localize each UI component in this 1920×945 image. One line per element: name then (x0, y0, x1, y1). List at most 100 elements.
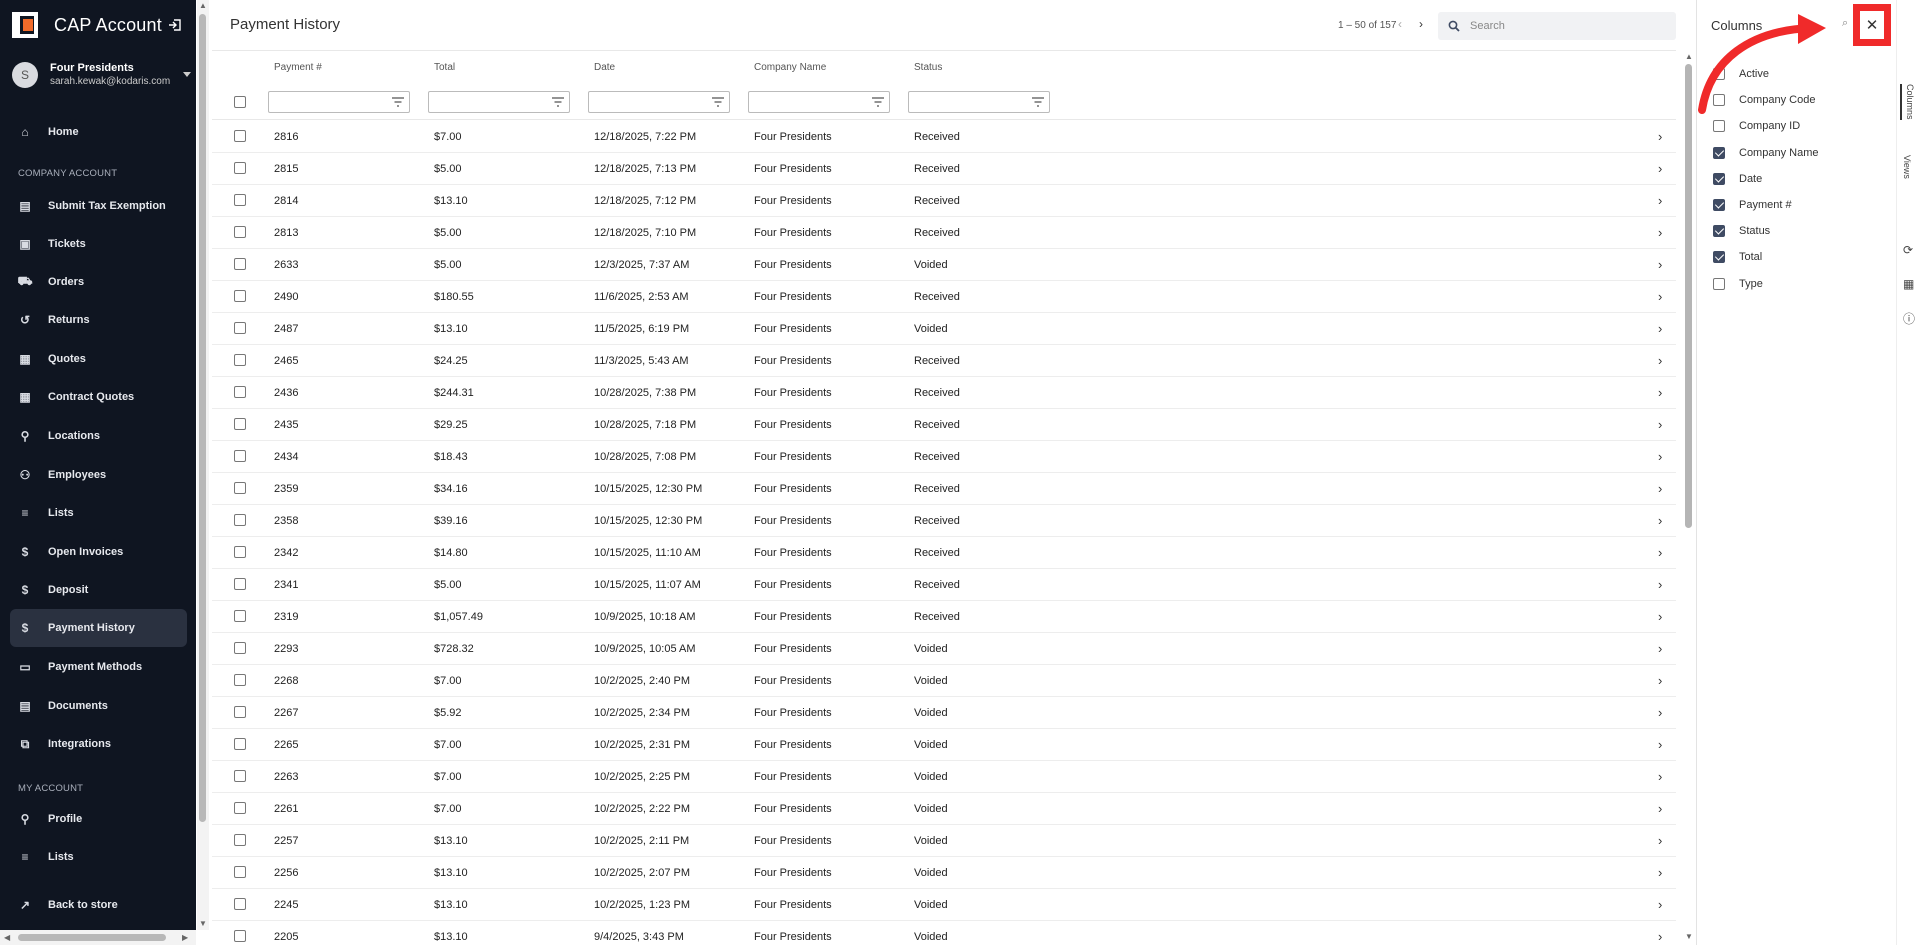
table-row[interactable]: 2813 $5.00 12/18/2025, 7:10 PM Four Preside… (212, 217, 1676, 249)
search-input[interactable] (1470, 20, 1660, 32)
refresh-icon[interactable]: ⟳ (1903, 243, 1913, 257)
sidebar-item-open-invoices[interactable]: $ Open Invoices (10, 533, 187, 571)
row-checkbox[interactable] (234, 482, 246, 494)
chevron-right-icon[interactable]: › (1658, 545, 1662, 560)
table-row[interactable]: 2436 $244.31 10/28/2025, 7:38 PM Four Presi… (212, 377, 1676, 409)
table-row[interactable]: 2265 $7.00 10/2/2025, 2:31 PM Four Presiden… (212, 729, 1676, 761)
column-checkbox[interactable] (1713, 277, 1725, 290)
table-row[interactable]: 2434 $18.43 10/28/2025, 7:08 PM Four Presid… (212, 441, 1676, 473)
chevron-right-icon[interactable]: › (1658, 929, 1662, 944)
chevron-right-icon[interactable]: › (1658, 481, 1662, 496)
filter-icon[interactable] (1032, 97, 1044, 107)
tab-views[interactable]: Views (1902, 155, 1912, 179)
row-checkbox[interactable] (234, 898, 246, 910)
sidebar-item-lists[interactable]: ≡ Lists (10, 838, 187, 876)
table-row[interactable]: 2263 $7.00 10/2/2025, 2:25 PM Four Presiden… (212, 761, 1676, 793)
chevron-right-icon[interactable]: › (1658, 257, 1662, 272)
sidebar-item-locations[interactable]: ⚲ Locations (10, 417, 187, 455)
row-checkbox[interactable] (234, 642, 246, 654)
filter-icon[interactable] (552, 97, 564, 107)
row-checkbox[interactable] (234, 706, 246, 718)
row-checkbox[interactable] (234, 386, 246, 398)
chevron-right-icon[interactable]: › (1658, 897, 1662, 912)
sidebar-item-deposit[interactable]: $ Deposit (10, 571, 187, 609)
scroll-right-icon[interactable]: ▶ (182, 933, 188, 942)
table-scrollbar[interactable]: ▲ ▼ (1682, 50, 1696, 945)
row-checkbox[interactable] (234, 930, 246, 942)
scroll-thumb[interactable] (199, 14, 206, 822)
sidebar-item-employees[interactable]: ⚇ Employees (10, 456, 187, 494)
table-row[interactable]: 2267 $5.92 10/2/2025, 2:34 PM Four Presiden… (212, 697, 1676, 729)
column-option-payment-[interactable]: Payment # (1713, 197, 1792, 213)
sidebar-item-quotes[interactable]: ▦ Quotes (10, 340, 187, 378)
chevron-right-icon[interactable]: › (1658, 801, 1662, 816)
column-header[interactable]: Status (914, 62, 942, 73)
row-checkbox[interactable] (234, 546, 246, 558)
chevron-right-icon[interactable]: › (1658, 417, 1662, 432)
chevron-right-icon[interactable]: › (1658, 865, 1662, 880)
table-icon[interactable]: ▦ (1903, 277, 1914, 291)
column-checkbox[interactable] (1713, 68, 1725, 80)
column-header[interactable]: Payment # (274, 62, 322, 73)
row-checkbox[interactable] (234, 514, 246, 526)
table-row[interactable]: 2256 $13.10 10/2/2025, 2:07 PM Four Preside… (212, 857, 1676, 889)
select-all-checkbox[interactable] (234, 96, 246, 108)
chevron-right-icon[interactable]: › (1658, 577, 1662, 592)
column-checkbox[interactable] (1713, 199, 1725, 211)
scroll-left-icon[interactable]: ◀ (4, 933, 10, 942)
tab-columns[interactable]: Columns (1900, 84, 1915, 120)
column-filter-input[interactable] (588, 91, 730, 113)
row-checkbox[interactable] (234, 866, 246, 878)
table-row[interactable]: 2435 $29.25 10/28/2025, 7:18 PM Four Presid… (212, 409, 1676, 441)
scroll-thumb[interactable] (18, 934, 166, 941)
table-row[interactable]: 2465 $24.25 11/3/2025, 5:43 AM Four Preside… (212, 345, 1676, 377)
column-filter-input[interactable] (908, 91, 1050, 113)
column-checkbox[interactable] (1713, 225, 1725, 238)
column-checkbox[interactable] (1713, 120, 1725, 133)
column-checkbox[interactable] (1713, 251, 1725, 264)
row-checkbox[interactable] (234, 578, 246, 590)
chevron-right-icon[interactable]: › (1419, 17, 1423, 31)
column-filter-input[interactable] (748, 91, 890, 113)
sidebar-item-contract-quotes[interactable]: ▦ Contract Quotes (10, 378, 187, 416)
table-row[interactable]: 2342 $14.80 10/15/2025, 11:10 AM Four Presi… (212, 537, 1676, 569)
table-row[interactable]: 2205 $13.10 9/4/2025, 3:43 PM Four Presiden… (212, 921, 1676, 945)
column-option-total[interactable]: Total (1713, 249, 1762, 265)
sidebar-item-submit-tax-exemption[interactable]: ▤ Submit Tax Exemption (10, 187, 187, 225)
sidebar-item-orders[interactable]: ⛟ Orders (10, 263, 187, 301)
chevron-right-icon[interactable]: › (1658, 513, 1662, 528)
sidebar-item-documents[interactable]: ▤ Documents (10, 687, 187, 725)
scroll-up-icon[interactable]: ▲ (199, 1, 207, 10)
chevron-right-icon[interactable]: › (1658, 225, 1662, 240)
chevron-right-icon[interactable]: › (1658, 449, 1662, 464)
row-checkbox[interactable] (234, 674, 246, 686)
row-checkbox[interactable] (234, 162, 246, 174)
scroll-thumb[interactable] (1685, 64, 1692, 528)
table-row[interactable]: 2814 $13.10 12/18/2025, 7:12 PM Four Presid… (212, 185, 1676, 217)
search-icon[interactable]: ⌕ (1842, 17, 1848, 30)
column-filter-input[interactable] (268, 91, 410, 113)
column-option-company-id[interactable]: Company ID (1713, 118, 1800, 134)
sidebar-item-integrations[interactable]: ⧉ Integrations (10, 725, 187, 763)
column-checkbox[interactable] (1713, 94, 1725, 107)
column-option-date[interactable]: Date (1713, 171, 1762, 187)
column-header[interactable]: Company Name (754, 62, 826, 73)
column-filter-input[interactable] (428, 91, 570, 113)
sidebar-item-returns[interactable]: ↺ Returns (10, 301, 187, 339)
scroll-down-icon[interactable]: ▼ (199, 919, 207, 928)
row-checkbox[interactable] (234, 290, 246, 302)
sidebar-item-lists[interactable]: ≡ Lists (10, 494, 187, 532)
table-row[interactable]: 2341 $5.00 10/15/2025, 11:07 AM Four Presid… (212, 569, 1676, 601)
row-checkbox[interactable] (234, 354, 246, 366)
row-checkbox[interactable] (234, 226, 246, 238)
chevron-right-icon[interactable]: › (1658, 353, 1662, 368)
table-row[interactable]: 2257 $13.10 10/2/2025, 2:11 PM Four Preside… (212, 825, 1676, 857)
chevron-right-icon[interactable]: › (1658, 129, 1662, 144)
column-option-type[interactable]: Type (1713, 276, 1763, 292)
filter-icon[interactable] (392, 97, 404, 107)
chevron-right-icon[interactable]: › (1658, 385, 1662, 400)
column-option-company-name[interactable]: Company Name (1713, 145, 1818, 161)
chevron-right-icon[interactable]: › (1658, 289, 1662, 304)
chevron-left-icon[interactable]: ‹ (1398, 17, 1402, 31)
table-row[interactable]: 2261 $7.00 10/2/2025, 2:22 PM Four Presiden… (212, 793, 1676, 825)
